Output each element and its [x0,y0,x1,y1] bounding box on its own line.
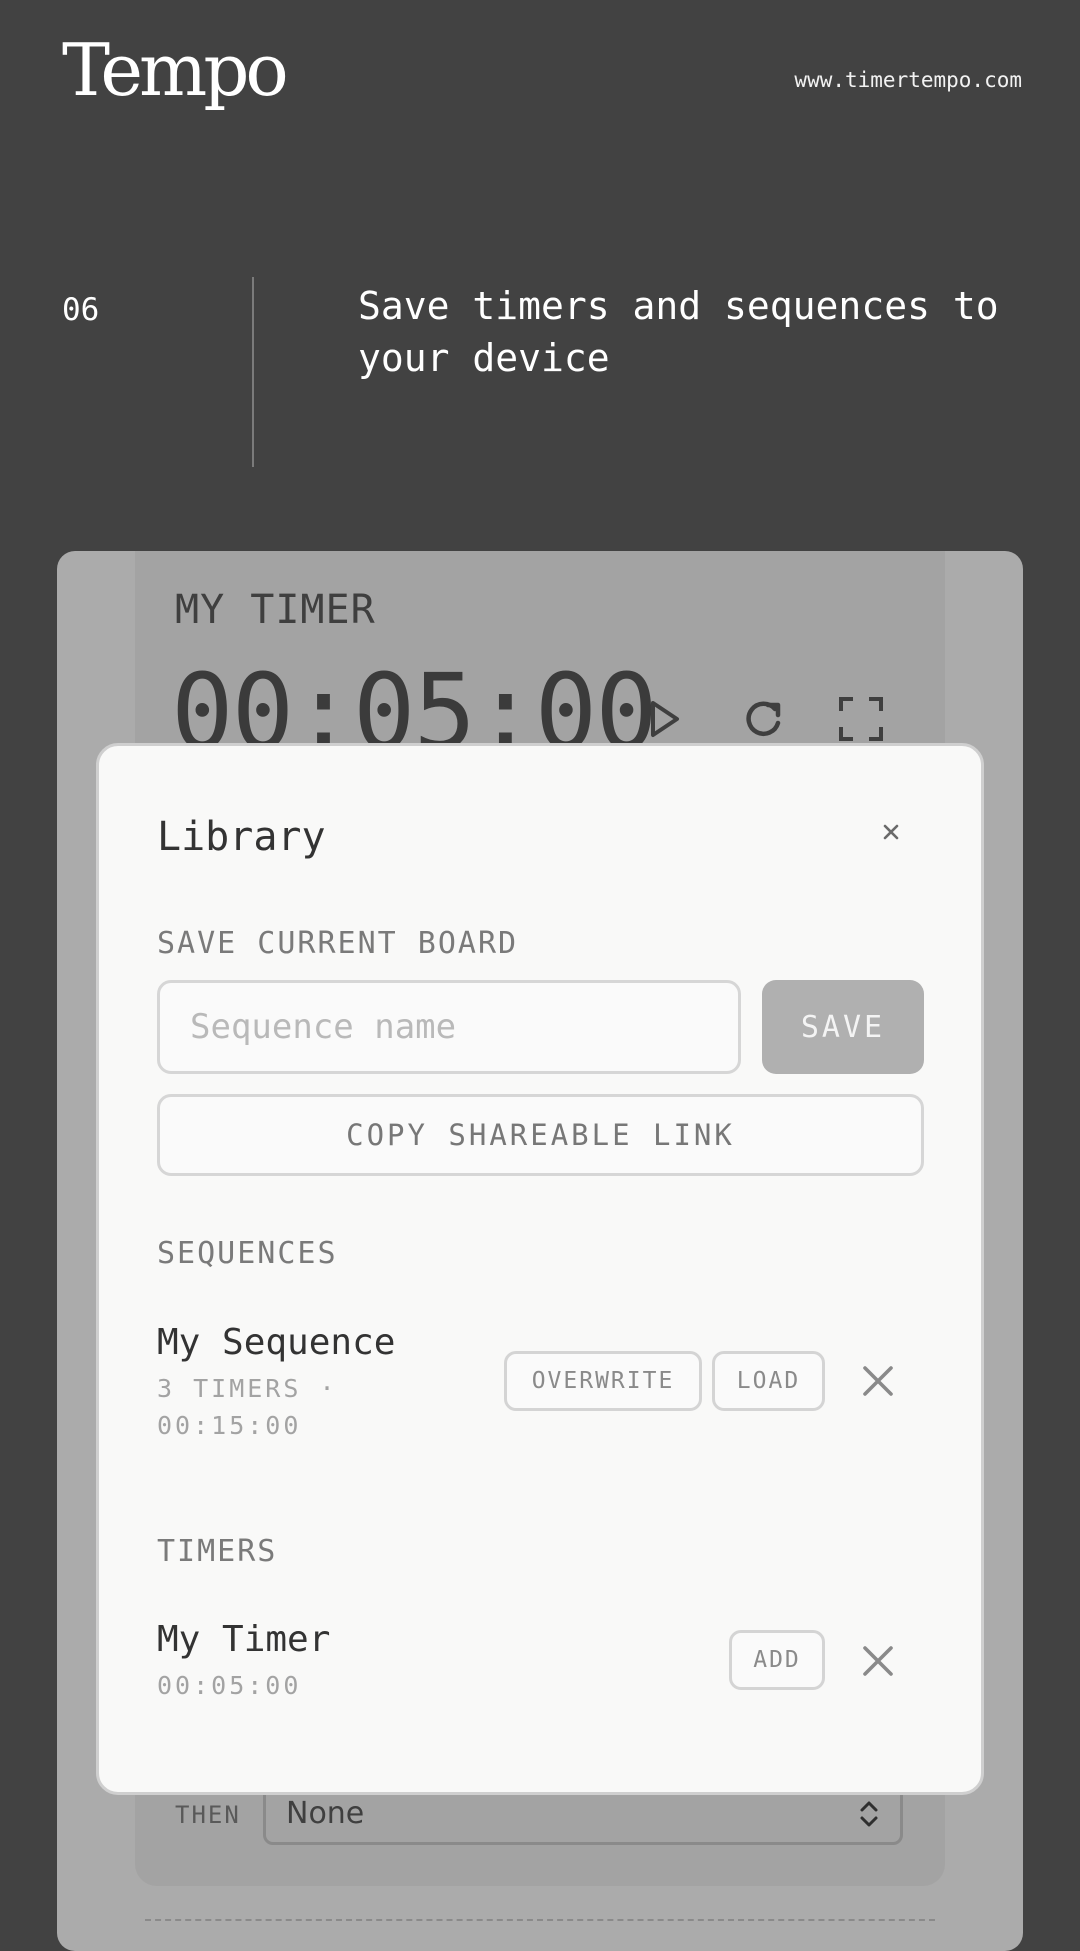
fullscreen-icon[interactable] [833,691,889,747]
add-timer-button[interactable]: ADD [729,1630,825,1690]
vertical-divider [252,277,254,467]
modal-title: Library [157,814,326,860]
then-label: THEN [175,1801,241,1829]
play-icon[interactable] [635,691,691,747]
save-section-label: SAVE CURRENT BOARD [157,926,519,961]
brand-logo[interactable]: Tempo [62,34,289,106]
reset-icon[interactable] [735,691,791,747]
timer-item-name: My Timer [157,1619,331,1660]
select-chevron-icon [858,1798,880,1830]
sequence-name: My Sequence [157,1322,396,1363]
then-select-value: None [286,1796,365,1831]
timer-title: MY TIMER [175,587,376,633]
copy-shareable-link-button[interactable]: COPY SHAREABLE LINK [157,1094,924,1176]
save-button[interactable]: SAVE [762,980,924,1074]
site-url[interactable]: www.timertempo.com [794,68,1022,92]
close-icon[interactable] [871,812,911,852]
load-button[interactable]: LOAD [712,1351,825,1411]
sequence-name-input[interactable] [157,980,741,1074]
dashed-divider [145,1919,935,1921]
step-number: 06 [62,292,100,328]
library-modal: Library SAVE CURRENT BOARD SAVE COPY SHA… [96,743,984,1795]
timer-item-meta: 00:05:00 [157,1671,302,1700]
overwrite-button[interactable]: OVERWRITE [504,1351,702,1411]
feature-headline: Save timers and sequences to your device [358,284,999,380]
sequences-section-label: SEQUENCES [157,1236,338,1271]
delete-timer-icon[interactable] [861,1644,895,1678]
sequence-meta: 3 TIMERS · 00:15:00 [157,1374,338,1440]
timers-section-label: TIMERS [157,1534,278,1569]
delete-sequence-icon[interactable] [861,1364,895,1398]
